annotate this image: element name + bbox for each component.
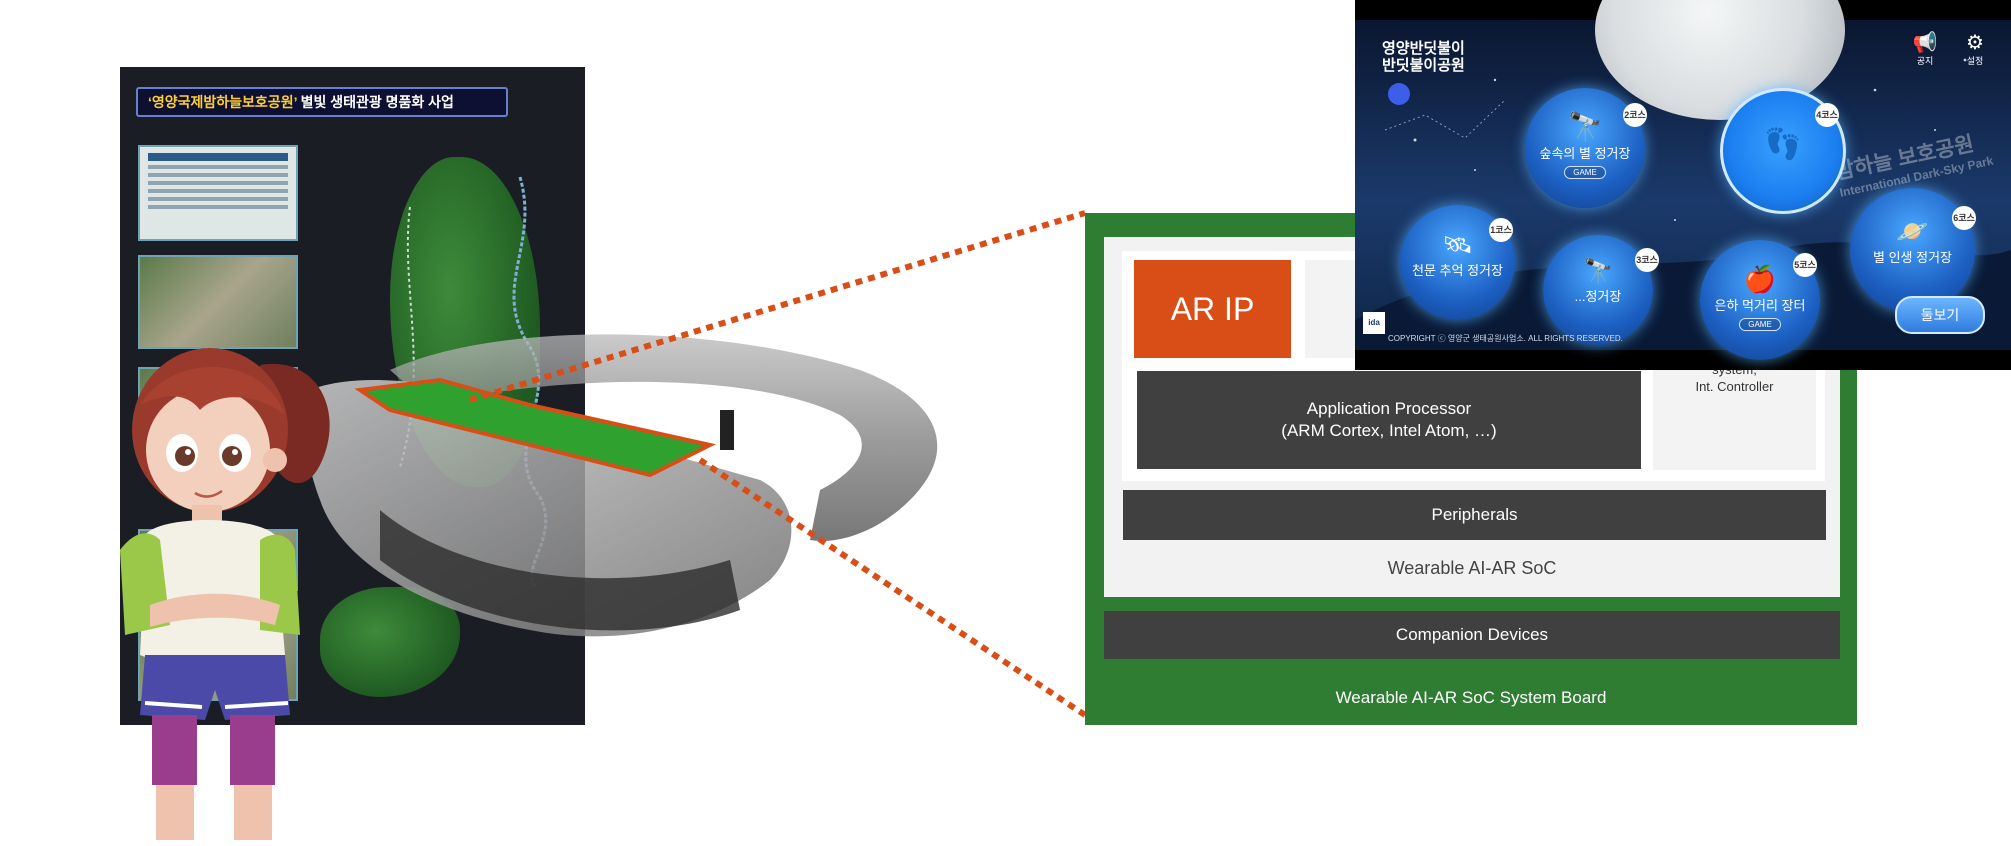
girl-character <box>120 348 330 840</box>
course-5-badge: 5코스 <box>1793 253 1817 277</box>
megaphone-icon: 📢 <box>1912 32 1938 54</box>
course-1-label: 천문 추억 정거장 <box>1412 263 1503 278</box>
app-logo-line-2: 반딧불이공원 <box>1382 57 1465 74</box>
course-2-game-tag[interactable]: GAME <box>1564 166 1606 179</box>
ap-line-1: Application Processor <box>1306 399 1472 418</box>
settings-label: 설정 <box>1966 56 1984 66</box>
settings-button[interactable]: ⚙ 설정 <box>1960 32 1990 67</box>
user-dot[interactable] <box>1388 83 1410 105</box>
notice-button[interactable]: 📢 공지 <box>1910 32 1940 67</box>
copyright-text: COPYRIGHT ⓒ 영양군 생태공원사업소. ALL RIGHTS RESE… <box>1388 334 1623 343</box>
course-3-label: ...정거장 <box>1574 289 1622 304</box>
course-3-bubble[interactable]: 🔭 ...정거장 <box>1543 235 1653 345</box>
controller-line-2: Int. Controller <box>1695 379 1774 394</box>
ida-logo: ida <box>1363 312 1385 334</box>
course-3-badge: 3코스 <box>1635 248 1659 272</box>
course-4-badge: 4코스 <box>1815 103 1839 127</box>
companion-devices-block: Companion Devices <box>1104 611 1840 659</box>
footprints-icon: 👣 <box>1764 128 1802 161</box>
application-processor-block: Application Processor (ARM Cortex, Intel… <box>1137 371 1641 469</box>
cta-button[interactable]: 둘보기 <box>1895 296 1985 334</box>
ar-ip-block: AR IP <box>1134 260 1291 358</box>
app-logo-line-1: 영양반딧불이 <box>1382 40 1465 57</box>
course-5-game-tag[interactable]: GAME <box>1739 318 1781 331</box>
course-6-badge: 6코스 <box>1952 206 1976 230</box>
course-6-label: 별 인생 정거장 <box>1873 250 1952 265</box>
course-1-badge: 1코스 <box>1489 218 1513 242</box>
peripherals-block: Peripherals <box>1123 490 1826 540</box>
system-board-label: Wearable AI-AR SoC System Board <box>1335 688 1607 707</box>
soc-label: Wearable AI-AR SoC <box>1387 558 1557 578</box>
notice-label: 공지 <box>1916 56 1934 66</box>
app-logo: 영양반딧불이 반딧불이공원 <box>1382 40 1465 74</box>
ap-line-2: (ARM Cortex, Intel Atom, …) <box>1281 421 1497 440</box>
course-6-bubble[interactable]: 🪐 별 인생 정거장 <box>1850 188 1975 313</box>
course-5-label: 은하 먹거리 장터 <box>1714 298 1806 313</box>
controller-text: system, Int. Controller <box>1653 360 1816 470</box>
course-2-badge: 2코스 <box>1623 103 1647 127</box>
gear-icon: ⚙ <box>1966 32 1984 54</box>
course-2-label: 숲속의 별 정거장 <box>1539 146 1631 161</box>
